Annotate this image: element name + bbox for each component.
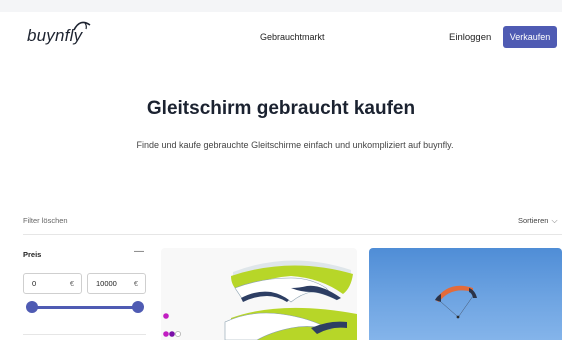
currency-symbol: € bbox=[133, 279, 138, 288]
price-min-value: 0 bbox=[32, 279, 37, 288]
page-subtitle: Finde und kaufe gebrauchte Gleitschirme … bbox=[136, 140, 454, 150]
price-range-track[interactable] bbox=[31, 306, 138, 309]
divider bbox=[23, 234, 562, 235]
price-max-input[interactable]: 10000 € bbox=[87, 273, 146, 294]
paraglider-wing-image bbox=[224, 260, 357, 340]
listing-card-image[interactable] bbox=[369, 248, 562, 340]
site-header: buynfly Gebrauchtmarkt Einloggen Verkauf… bbox=[0, 12, 562, 66]
color-option-dot[interactable] bbox=[169, 331, 175, 337]
top-bar bbox=[0, 0, 562, 12]
price-collapse-button[interactable]: — bbox=[134, 246, 144, 257]
page-title: Gleitschirm gebraucht kaufen bbox=[146, 98, 416, 119]
filter-clear-link[interactable]: Filter löschen bbox=[23, 216, 68, 225]
login-link[interactable]: Einloggen bbox=[449, 32, 491, 43]
listing-card-image[interactable] bbox=[161, 248, 357, 340]
price-filter-label: Preis bbox=[23, 250, 42, 259]
color-option-dot[interactable] bbox=[163, 331, 169, 337]
sort-label: Sortieren bbox=[518, 216, 549, 225]
sidebar-divider bbox=[23, 334, 146, 335]
price-max-value: 10000 bbox=[96, 279, 117, 288]
sort-dropdown[interactable]: Sortieren ⌵ bbox=[518, 216, 558, 226]
price-range-min-handle[interactable] bbox=[26, 301, 38, 313]
color-option-dot[interactable] bbox=[175, 331, 181, 337]
paraglider-sky-image bbox=[435, 285, 477, 319]
price-range-max-handle[interactable] bbox=[132, 301, 144, 313]
logo-wing-icon bbox=[73, 21, 91, 31]
color-options bbox=[163, 313, 181, 337]
color-option-dot[interactable] bbox=[163, 313, 169, 319]
nav-gebrauchtmarkt[interactable]: Gebrauchtmarkt bbox=[260, 32, 325, 42]
chevron-down-icon: ⌵ bbox=[551, 216, 558, 225]
currency-symbol: € bbox=[69, 279, 74, 288]
price-min-input[interactable]: 0 € bbox=[23, 273, 82, 294]
sell-button[interactable]: Verkaufen bbox=[503, 26, 557, 48]
logo[interactable]: buynfly bbox=[27, 21, 91, 46]
